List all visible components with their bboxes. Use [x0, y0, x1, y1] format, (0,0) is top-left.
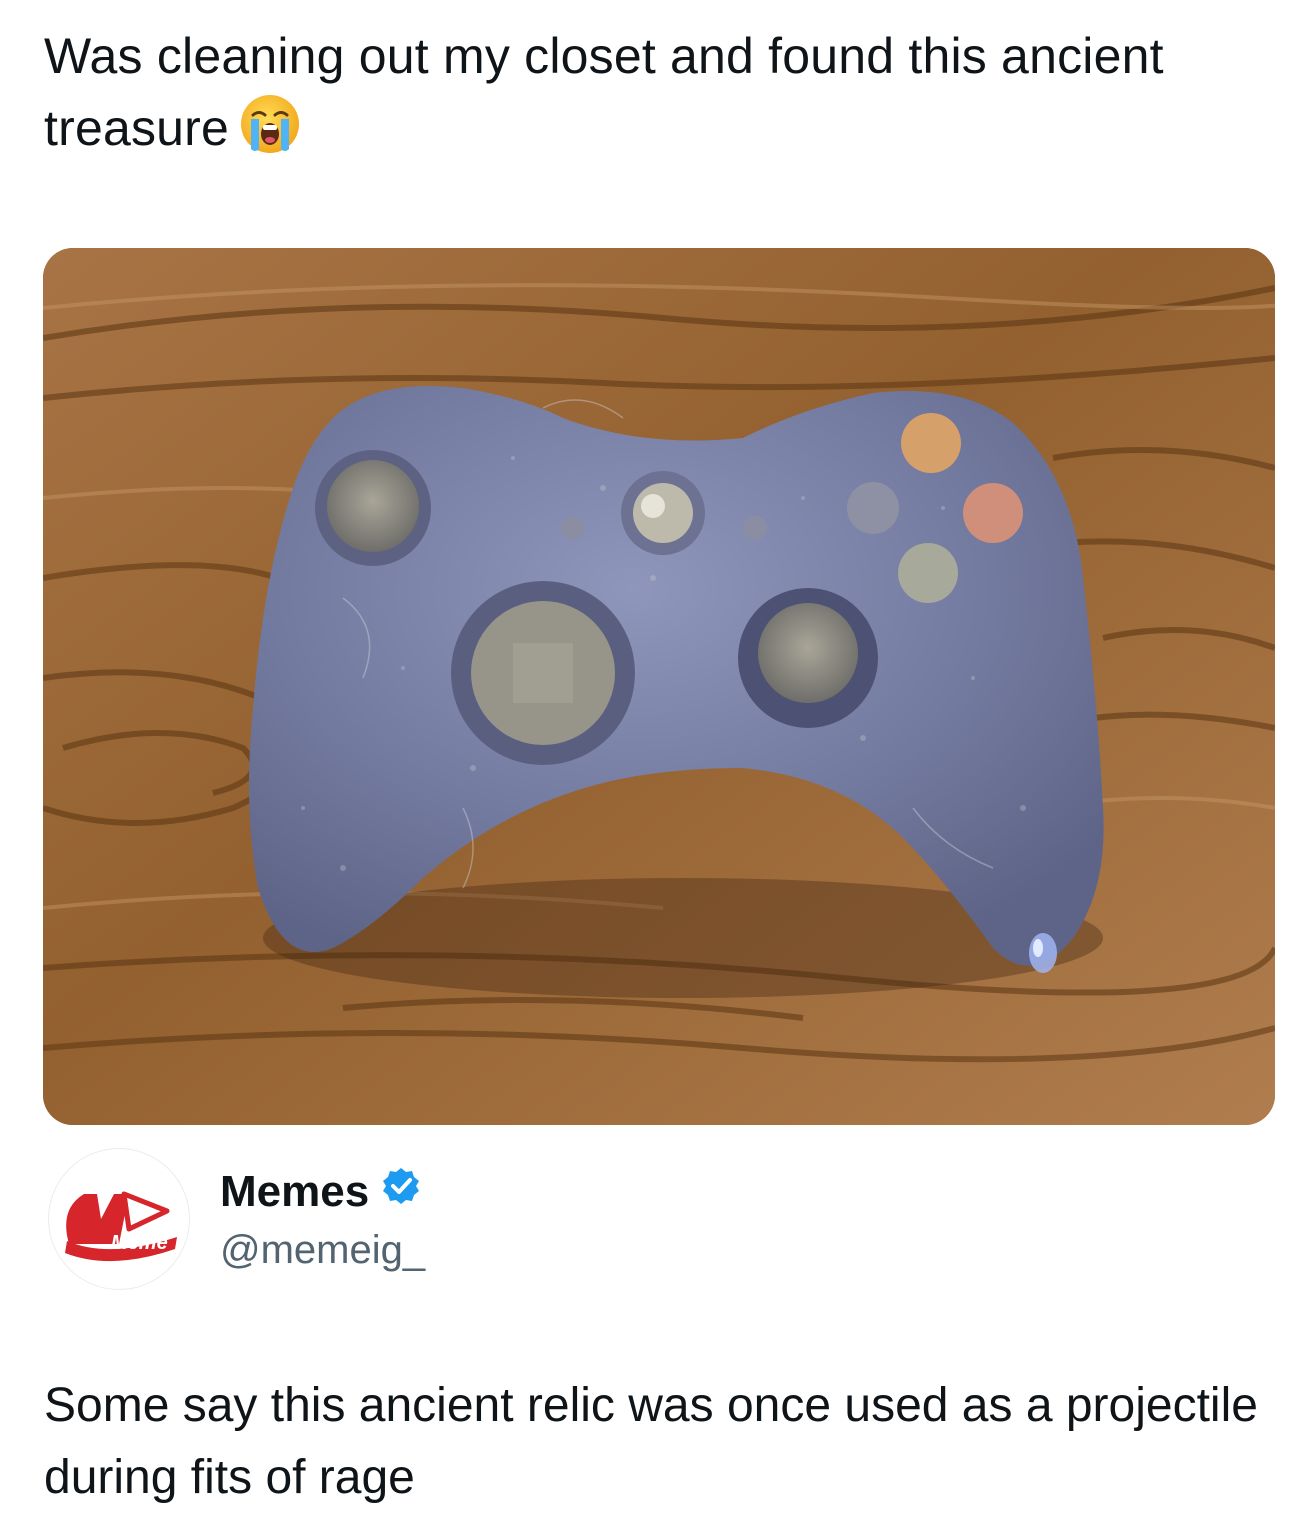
post-caption: Was cleaning out my closet and found thi…	[44, 20, 1274, 174]
avatar-logo-text: Meme	[111, 1232, 168, 1254]
dusty-controller-photo	[43, 248, 1275, 1125]
author-handle[interactable]: @memeig_	[220, 1226, 425, 1274]
meme-logo-icon: Meme	[65, 1191, 177, 1262]
caption-text: Was cleaning out my closet and found thi…	[44, 28, 1164, 156]
loudly-crying-face-icon	[239, 93, 301, 174]
author-name[interactable]: Memes	[220, 1166, 421, 1218]
tweet-author: Meme Memes @memeig_	[44, 1148, 1044, 1290]
verified-badge-icon	[381, 1166, 421, 1218]
author-display-name: Memes	[220, 1167, 370, 1216]
tweet-text: Some say this ancient relic was once use…	[44, 1379, 1258, 1504]
post-image[interactable]	[43, 248, 1275, 1125]
avatar[interactable]: Meme	[48, 1148, 190, 1290]
